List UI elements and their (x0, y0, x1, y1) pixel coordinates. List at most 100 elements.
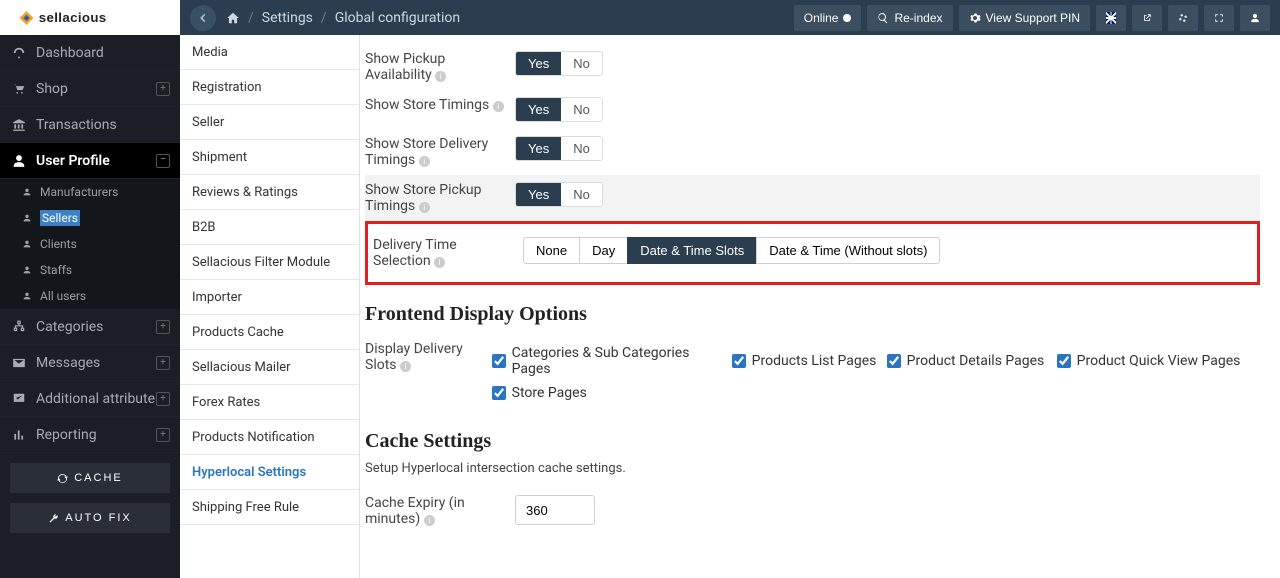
dts-date-time-no-slots[interactable]: Date & Time (Without slots) (756, 237, 940, 264)
autofix-button[interactable]: AUTO FIX (10, 503, 170, 533)
tab-products-notification[interactable]: Products Notification (180, 420, 359, 455)
sidebar-item-messages[interactable]: Messages+ (0, 345, 180, 381)
main-content: Availability i YesNo Show Pickup Availab… (360, 35, 1280, 578)
search-icon (877, 12, 889, 24)
check-store-pages[interactable]: Store Pages (492, 381, 687, 405)
check-products-list[interactable]: Products List Pages (732, 341, 887, 381)
label-show-pickup-timings: Show Store Pickup Timings i (365, 182, 515, 214)
tab-registration[interactable]: Registration (180, 70, 359, 105)
sidebar-item-additional-attribute[interactable]: Additional attribute+ (0, 381, 180, 417)
user-icon (22, 239, 32, 249)
sidebar-item-transactions[interactable]: Transactions (0, 107, 180, 143)
info-icon[interactable]: i (419, 156, 430, 167)
wrench-icon (48, 513, 59, 524)
info-icon[interactable]: i (434, 257, 445, 268)
cache-button[interactable]: CACHE (10, 463, 170, 493)
gear-icon (969, 12, 981, 24)
tab-importer[interactable]: Importer (180, 280, 359, 315)
label-cache-expiry: Cache Expiry (in minutes) i (365, 495, 515, 527)
user-icon (22, 291, 32, 301)
svg-text:sellacious: sellacious (39, 10, 107, 25)
info-icon[interactable]: i (435, 71, 446, 82)
dts-date-time-slots[interactable]: Date & Time Slots (627, 237, 757, 264)
info-icon[interactable]: i (493, 101, 504, 112)
uk-flag-icon (1106, 12, 1116, 24)
sidebar: Dashboard Shop+ Transactions User Profil… (0, 35, 180, 578)
sitemap-icon (12, 320, 26, 334)
toggle-show-pickup-timings[interactable]: YesNo (515, 182, 603, 207)
tab-filter-module[interactable]: Sellacious Filter Module (180, 245, 359, 280)
refresh-icon (57, 473, 68, 484)
external-link-button[interactable] (1132, 5, 1162, 31)
input-cache-expiry[interactable] (515, 495, 595, 525)
breadcrumb-settings[interactable]: Settings (262, 10, 313, 26)
home-icon[interactable] (226, 11, 240, 25)
fullscreen-button[interactable] (1204, 5, 1234, 31)
bank-icon (12, 118, 26, 132)
label-show-store-timings: Show Store Timings i (365, 97, 515, 113)
breadcrumb: / Settings / Global configuration (226, 10, 460, 26)
tab-sellacious-mailer[interactable]: Sellacious Mailer (180, 350, 359, 385)
check-categories-pages[interactable]: Categories & Sub Categories Pages (492, 341, 732, 381)
user-icon (1250, 12, 1260, 24)
user-icon (22, 187, 32, 197)
user-icon (22, 213, 32, 223)
tab-shipping-free[interactable]: Shipping Free Rule (180, 490, 359, 525)
sidebar-item-user-profile[interactable]: User Profile− (0, 143, 180, 179)
user-button[interactable] (1240, 5, 1270, 31)
highlight-delivery-time-selection: Delivery Time Selection i None Day Date … (365, 221, 1260, 285)
sidebar-sub-staffs[interactable]: Staffs (0, 257, 180, 283)
check-quick-view[interactable]: Product Quick View Pages (1057, 341, 1252, 381)
info-icon[interactable]: i (424, 515, 435, 526)
online-status[interactable]: Online (794, 5, 862, 31)
expand-icon (1214, 12, 1224, 24)
settings-tabs: Media Registration Seller Shipment Revie… (180, 35, 360, 578)
sidebar-item-categories[interactable]: Categories+ (0, 309, 180, 345)
external-link-icon (1142, 12, 1152, 24)
toggle-show-store-timings[interactable]: YesNo (515, 97, 603, 122)
user-icon (12, 154, 26, 168)
sidebar-sub-sellers[interactable]: Sellers (0, 205, 180, 231)
dts-none[interactable]: None (523, 237, 580, 264)
breadcrumb-current: Global configuration (335, 10, 460, 26)
reindex-button[interactable]: Re-index (867, 5, 952, 31)
tab-hyperlocal[interactable]: Hyperlocal Settings (180, 455, 359, 490)
tab-forex-rates[interactable]: Forex Rates (180, 385, 359, 420)
view-pin-button[interactable]: View Support PIN (959, 5, 1091, 31)
cache-description: Setup Hyperlocal intersection cache sett… (365, 461, 1260, 476)
joomla-icon (1178, 12, 1188, 24)
sidebar-sub-clients[interactable]: Clients (0, 231, 180, 257)
label-show-delivery-timings: Show Store Delivery Timings i (365, 136, 515, 168)
language-button[interactable] (1096, 5, 1126, 31)
tab-b2b[interactable]: B2B (180, 210, 359, 245)
dts-day[interactable]: Day (579, 237, 628, 264)
joomla-button[interactable] (1168, 5, 1198, 31)
sidebar-sub-all-users[interactable]: All users (0, 283, 180, 309)
tab-products-cache[interactable]: Products Cache (180, 315, 359, 350)
section-cache-settings: Cache Settings (365, 430, 1260, 453)
sidebar-item-dashboard[interactable]: Dashboard (0, 35, 180, 71)
sidebar-item-shop[interactable]: Shop+ (0, 71, 180, 107)
section-frontend-display: Frontend Display Options (365, 303, 1260, 326)
radio-delivery-time-selection[interactable]: None Day Date & Time Slots Date & Time (… (523, 237, 940, 264)
tab-seller[interactable]: Seller (180, 105, 359, 140)
label-display-delivery-slots: Display Delivery Slots i (365, 341, 492, 373)
chart-icon (12, 428, 26, 442)
sidebar-sub-manufacturers[interactable]: Manufacturers (0, 179, 180, 205)
check-product-details[interactable]: Product Details Pages (887, 341, 1057, 381)
info-icon[interactable]: i (419, 202, 430, 213)
check-icon (12, 392, 26, 406)
back-button[interactable] (190, 5, 216, 31)
tab-media[interactable]: Media (180, 35, 359, 70)
tab-shipment[interactable]: Shipment (180, 140, 359, 175)
tab-reviews[interactable]: Reviews & Ratings (180, 175, 359, 210)
toggle-show-pickup-availability[interactable]: YesNo (515, 51, 603, 76)
envelope-icon (12, 356, 26, 370)
dashboard-icon (12, 46, 26, 60)
toggle-show-delivery-timings[interactable]: YesNo (515, 136, 603, 161)
logo[interactable]: sellacious (0, 0, 180, 35)
sidebar-item-reporting[interactable]: Reporting+ (0, 417, 180, 453)
info-icon[interactable]: i (400, 361, 411, 372)
user-icon (22, 265, 32, 275)
cart-icon (12, 82, 26, 96)
